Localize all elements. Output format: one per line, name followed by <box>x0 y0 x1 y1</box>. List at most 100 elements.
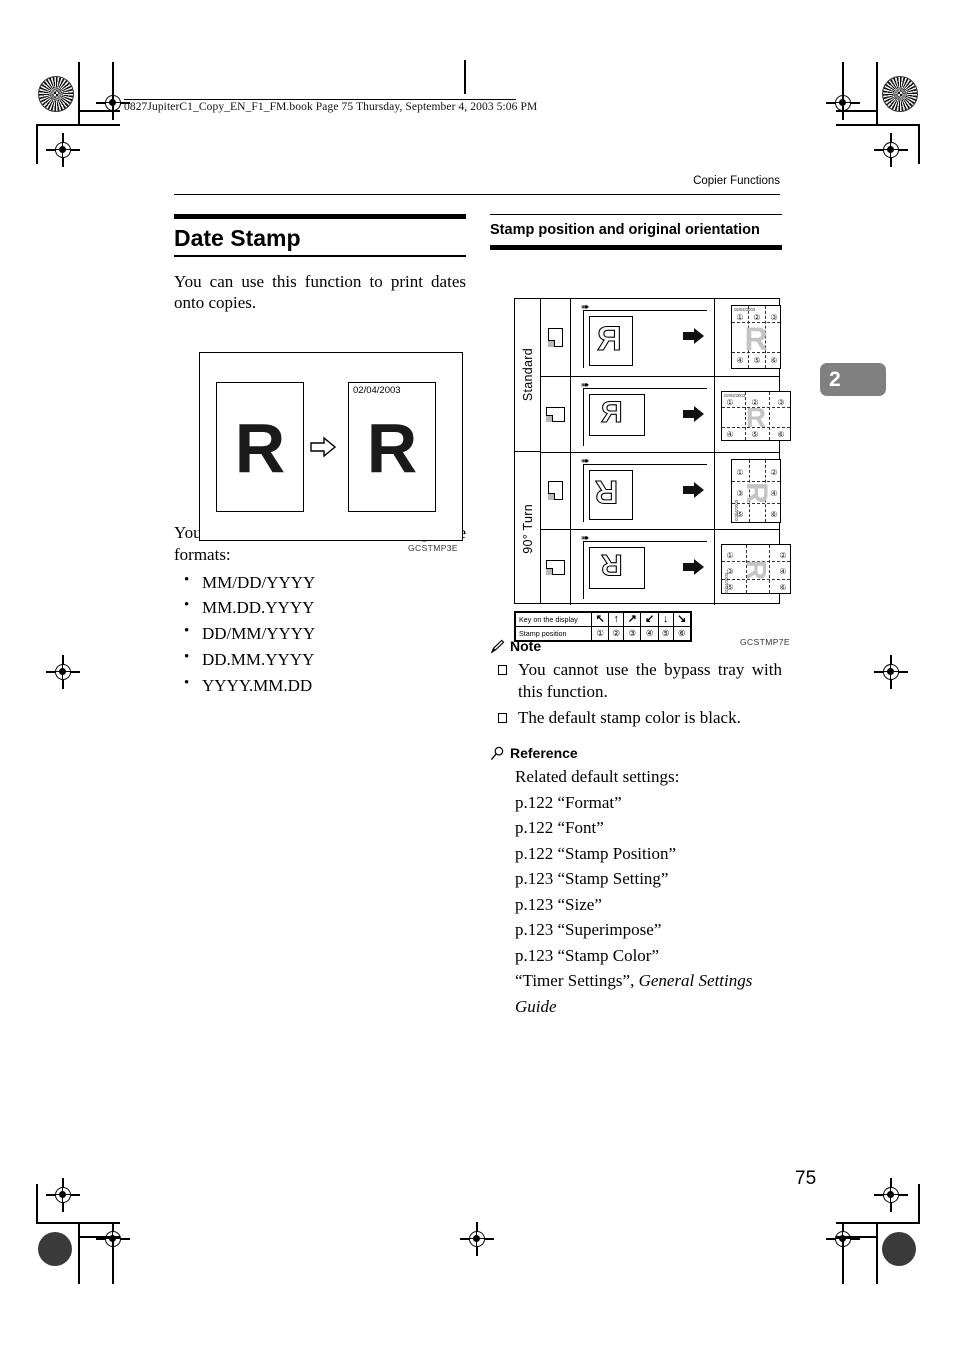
legend-label-key: Key on the display <box>515 612 592 627</box>
file-header: 0827JupiterC1_Copy_EN_F1_FM.book Page 75… <box>124 99 537 113</box>
trim-mark <box>78 1236 120 1238</box>
trim-mark <box>36 124 120 126</box>
orientation-icon-cell <box>541 529 571 605</box>
list-item: YYYY.MM.DD <box>174 672 466 699</box>
registration-rosette-top-left <box>38 76 74 112</box>
diagram-legend: Key on the display ↖ ↑ ↗ ↙ ↓ ↘ Stamp pos… <box>514 611 692 642</box>
legend-position-6: ⑥ <box>672 626 692 641</box>
figure-caption: GCSTMP3E <box>408 543 458 553</box>
list-item: p.122 “Font” <box>515 818 604 838</box>
subsection-title: Stamp position and original orientation <box>490 222 760 239</box>
trim-mark <box>36 1184 38 1224</box>
legend-position-3: ③ <box>623 626 642 641</box>
position-4: ④ <box>779 566 787 576</box>
arrow-upleft-icon: ↖ <box>590 612 610 627</box>
position-3: ③ <box>736 489 744 498</box>
list-item: DD.MM.YYYY <box>174 646 466 673</box>
position-6: ⑥ <box>777 429 785 439</box>
arrow-up-icon: ↑ <box>608 612 625 627</box>
trim-mark <box>78 110 120 112</box>
list-item: p.123 “Stamp Color” <box>515 945 660 965</box>
legend-row-keys: Key on the display ↖ ↑ ↗ ↙ ↓ ↘ <box>515 612 692 627</box>
list-item: DD/MM/YYYY <box>174 620 466 647</box>
diagram-row-2: ➠ R 02/04/2003 R ① ② ③ ④ ⑤ ⑥ <box>541 375 791 453</box>
list-item: p.123 “Stamp Setting” <box>515 869 669 889</box>
position-3: ③ <box>777 397 785 407</box>
output-cell: 02/04/2003 R ① ② ③ ④ ⑤ ⑥ <box>715 377 791 453</box>
position-2: ② <box>751 397 759 407</box>
orientation-group-column: Standard 90° Turn <box>515 299 541 603</box>
arrow-down-icon: ↓ <box>657 612 674 627</box>
position-5: ⑤ <box>753 356 761 365</box>
position-3: ③ <box>770 313 778 322</box>
legend-position-1: ① <box>590 626 610 641</box>
chapter-tab: 2 <box>820 363 886 396</box>
trim-mark <box>876 62 878 124</box>
legend-label-position: Stamp position <box>515 626 592 641</box>
legend-position-2: ② <box>608 626 625 641</box>
registration-crosshair-bottom-left-2 <box>46 1178 80 1212</box>
position-1: ① <box>726 397 734 407</box>
process-arrow-icon <box>683 558 704 575</box>
reference-list: Related default settings: p.122 “Format”… <box>490 764 782 1019</box>
position-2: ② <box>779 550 787 560</box>
trim-mark <box>36 124 38 164</box>
list-item: p.122 “Format” <box>515 792 622 812</box>
position-4: ④ <box>736 356 744 365</box>
position-1: ① <box>736 313 744 322</box>
corner-arrow-icon: ➠ <box>581 302 590 313</box>
reference-heading-label: Reference <box>510 745 578 762</box>
group-90turn: 90° Turn <box>515 452 541 605</box>
group-standard-label: Standard <box>521 348 535 402</box>
pencil-icon <box>490 639 505 654</box>
registration-rosette-top-right <box>882 76 918 112</box>
file-header-text: 0827JupiterC1_Copy_EN_F1_FM.book Page 75… <box>124 101 538 113</box>
position-3: ③ <box>726 566 734 576</box>
section-rule-bottom <box>174 255 466 257</box>
process-arrow-icon <box>683 405 704 422</box>
registration-dot-bottom-left <box>38 1232 72 1266</box>
trim-mark <box>836 1222 920 1224</box>
output-cell: 02/04/2003 R ① ② ③ ④ ⑤ ⑥ <box>715 530 791 606</box>
trim-mark <box>112 1236 114 1284</box>
registration-crosshair-top-right-2 <box>874 133 908 167</box>
position-4: ④ <box>770 489 778 498</box>
arrow-upright-icon: ↗ <box>623 612 642 627</box>
position-4: ④ <box>726 429 734 439</box>
corner-arrow-icon: ➠ <box>581 379 590 391</box>
right-arrow-outline-icon <box>310 436 336 458</box>
output-page-landscape: 02/04/2003 R ① ② ③ ④ ⑤ ⑥ <box>721 390 791 441</box>
list-item: p.123 “Superimpose” <box>515 920 662 940</box>
trim-mark <box>78 1222 80 1284</box>
original-letter: R <box>600 547 623 581</box>
figure-date-label: 02/04/2003 <box>353 385 401 396</box>
original-cell: ➠ R <box>571 529 715 605</box>
header-rule <box>174 194 780 195</box>
original-cell: ➠ R <box>571 376 715 452</box>
position-6: ⑥ <box>779 582 787 592</box>
orientation-icon-cell <box>541 299 571 376</box>
running-head: Copier Functions <box>693 175 780 187</box>
registration-crosshair-mid-left <box>46 655 80 689</box>
diagram-caption: GCSTMP7E <box>740 637 790 647</box>
date-format-list: MM/DD/YYYY MM.DD.YYYY DD/MM/YYYY DD.MM.Y… <box>174 569 466 699</box>
landscape-page-icon <box>546 406 565 422</box>
trim-mark <box>842 62 844 112</box>
list-item: MM/DD/YYYY <box>174 569 466 596</box>
figure-original-page: R <box>216 382 304 512</box>
legend-position-5: ⑤ <box>657 626 674 641</box>
trim-mark <box>876 1222 878 1284</box>
figure-stamped-page: 02/04/2003 R <box>348 382 436 512</box>
position-6: ⑥ <box>770 356 778 365</box>
page-title: Date Stamp <box>174 225 301 251</box>
diagram-row-4: ➠ R 02/04/2003 R ① ② ③ ④ ⑤ ⑥ <box>541 528 791 606</box>
landscape-page-icon <box>546 559 565 575</box>
trim-mark <box>112 62 114 112</box>
page-number: 75 <box>795 1168 817 1189</box>
magnifier-icon <box>490 746 504 760</box>
position-6: ⑥ <box>770 510 778 519</box>
output-page-portrait-turned: 02/04/2003 R ① ② ③ ④ ⑤ ⑥ <box>731 459 781 523</box>
reference-intro: Related default settings: <box>515 767 680 787</box>
group-90turn-label: 90° Turn <box>521 503 535 554</box>
note-block: Note You cannot use the bypass tray with… <box>490 638 782 729</box>
